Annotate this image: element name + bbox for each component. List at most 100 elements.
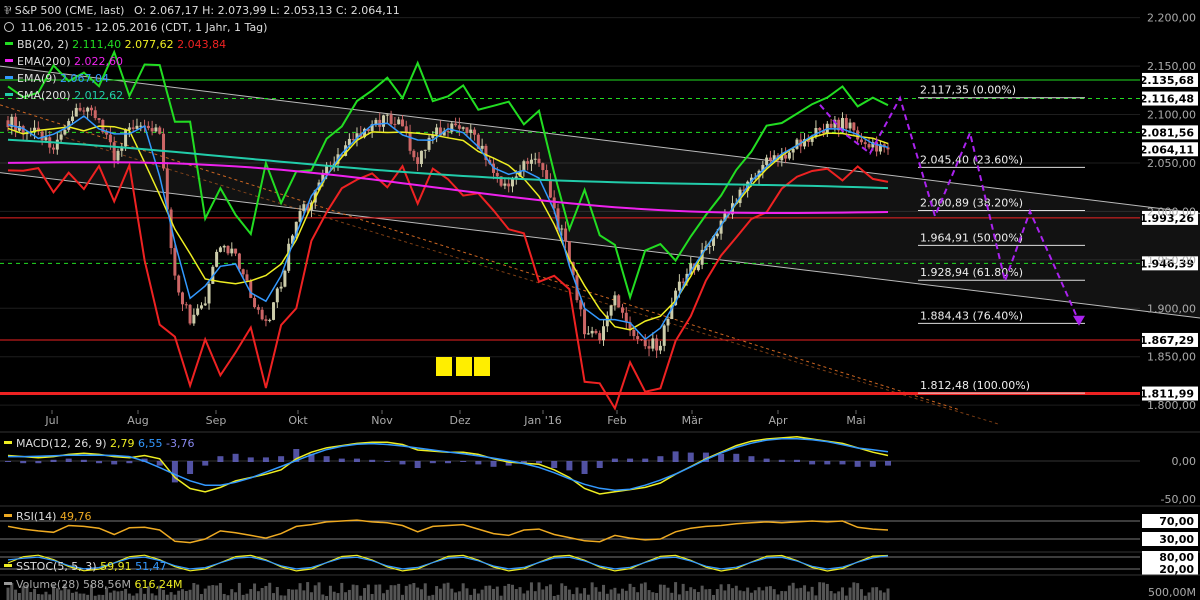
candle-body: [272, 302, 276, 320]
macd-value: 2,79: [110, 437, 135, 450]
macd-hist-bar: [748, 456, 755, 462]
volume-bar: [761, 590, 765, 600]
indicator-row: EMA(200) 2.022,60: [4, 55, 123, 68]
y-tick-label: 1.850,00: [1147, 351, 1196, 364]
volume-swatch: [4, 582, 12, 585]
macd-hist-bar: [50, 459, 57, 462]
volume-bar: [681, 583, 685, 600]
volume-bar: [833, 593, 837, 600]
candle-body: [397, 119, 401, 125]
fib-label: 2.000,89 (38.20%): [920, 197, 1023, 210]
volume-bar: [617, 593, 621, 600]
candle-body: [230, 248, 234, 254]
indicator-value: 2.012,62: [74, 89, 124, 102]
volume-bar: [74, 591, 78, 600]
level-label: 2.135,68: [1140, 74, 1194, 87]
candle-body: [423, 149, 427, 151]
volume-bar: [408, 584, 412, 600]
candle-body: [70, 116, 74, 122]
volume-bar: [715, 589, 719, 600]
fib-label: 2.117,35 (0.00%): [920, 84, 1016, 97]
macd-signal: 6,55: [138, 437, 163, 450]
candle-body: [859, 139, 863, 143]
volume-bar: [44, 591, 48, 600]
macd-hist-bar: [596, 461, 603, 468]
candle-body: [681, 281, 685, 283]
x-tick-label: Okt: [288, 414, 308, 427]
volume-bar: [749, 592, 753, 600]
volume-bar: [309, 592, 313, 600]
volume-bar: [97, 594, 101, 600]
volume-bar: [332, 591, 336, 600]
macd-hist-bar: [262, 457, 269, 462]
volume-bar: [294, 589, 298, 600]
volume-bar: [787, 585, 791, 600]
candle-body: [564, 228, 568, 242]
macd-hist-bar: [187, 461, 194, 474]
candle-body: [112, 142, 116, 161]
candle-body: [867, 144, 871, 148]
volume-bar: [351, 584, 355, 600]
candle-body: [78, 107, 82, 111]
volume-bar: [719, 584, 723, 600]
volume-bar: [359, 595, 363, 600]
candle-body: [602, 326, 606, 341]
volume-bar: [514, 589, 518, 600]
candle-body: [598, 333, 602, 341]
volume-bar: [290, 589, 294, 600]
macd-hist-bar: [854, 461, 861, 467]
volume-bar: [643, 582, 647, 600]
candle-body: [222, 245, 226, 248]
x-tick-label: Nov: [371, 414, 393, 427]
macd-hist-bar: [611, 458, 618, 462]
volume-bar: [385, 589, 389, 600]
volume-bar: [730, 588, 734, 600]
volume-bar: [237, 582, 241, 600]
volume-bar: [746, 587, 750, 600]
candle-body: [412, 150, 416, 158]
macd-hist-bar: [885, 461, 891, 466]
volume-bar: [803, 585, 807, 600]
volume-bar: [840, 587, 844, 600]
macd-hist-bar: [460, 461, 467, 462]
candle-body: [374, 119, 378, 125]
candle-body: [787, 152, 791, 159]
volume-bar: [878, 590, 882, 600]
y-tick-label: 1.900,00: [1147, 302, 1196, 315]
volume-bar: [829, 591, 833, 600]
volume-bar: [199, 594, 203, 600]
volume-bar: [306, 582, 310, 600]
macd-hist-bar: [793, 459, 800, 462]
volume-bar: [29, 592, 33, 600]
candle-body: [184, 304, 188, 306]
volume-bar: [689, 587, 693, 600]
candle-body: [469, 129, 473, 133]
candle-body: [408, 132, 412, 151]
level-label: 1.867,29: [1140, 334, 1194, 347]
volume-bar: [302, 590, 306, 600]
volume-bar: [810, 586, 814, 600]
candle-body: [385, 114, 389, 116]
macd-hist-bar: [657, 456, 664, 462]
volume-bar: [450, 588, 454, 600]
volume-bar: [287, 589, 291, 600]
volume-bar: [131, 595, 135, 600]
candle-body: [658, 345, 662, 351]
candle-body: [188, 304, 192, 324]
macd-hist-bar: [369, 459, 376, 462]
candle-body: [537, 158, 541, 164]
volume-bar: [184, 590, 188, 600]
y-tick-label: 2.000,00: [1147, 205, 1196, 218]
volume-name: Volume(28): [16, 578, 80, 591]
macd-hist-bar: [536, 461, 543, 464]
volume-bar: [693, 589, 697, 600]
candle-body: [708, 245, 712, 247]
macd-hist-bar: [65, 458, 72, 462]
volume-bar: [670, 592, 674, 600]
volume-bar: [647, 590, 651, 600]
candle-body: [590, 330, 594, 334]
candle-body: [848, 122, 852, 129]
volume-tick: 500,00M: [1148, 586, 1196, 599]
volume-bar: [404, 585, 408, 600]
candle-body: [647, 346, 651, 349]
